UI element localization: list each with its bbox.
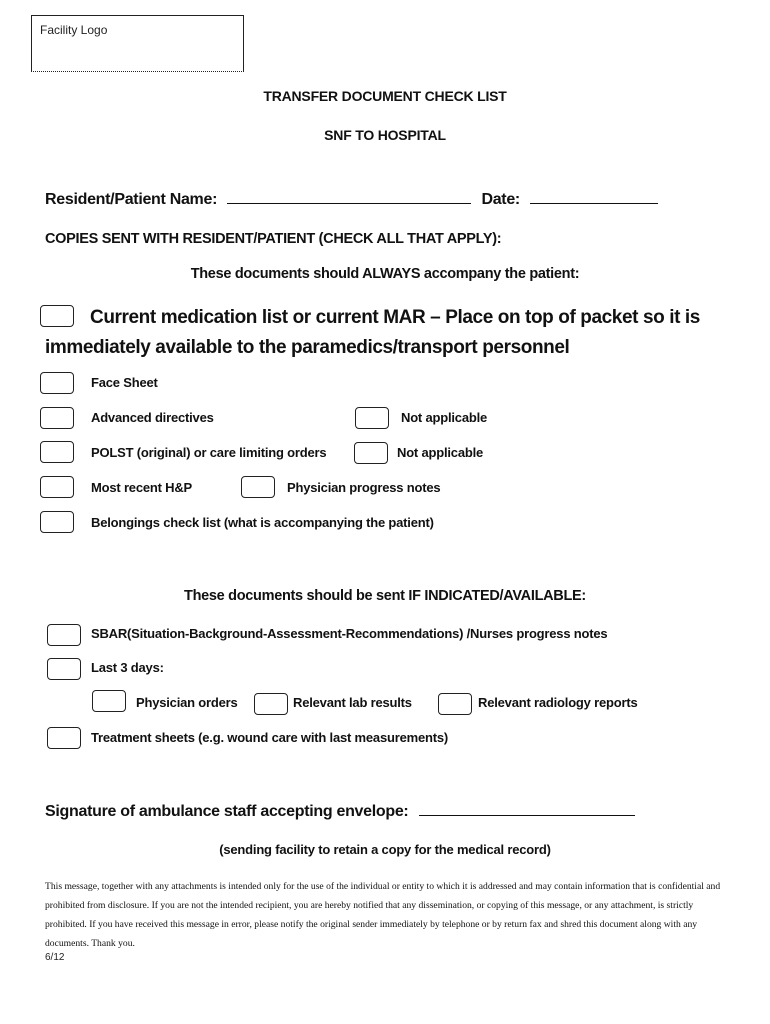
hp-label: Most recent H&P <box>91 480 193 495</box>
physician-orders-checkbox[interactable] <box>92 690 126 712</box>
always-section-heading: These documents should ALWAYS accompany … <box>190 266 580 282</box>
face-sheet-label: Face Sheet <box>91 375 158 390</box>
document-subtitle: SNF TO HOSPITAL <box>324 127 446 143</box>
advanced-directives-na-checkbox[interactable] <box>355 407 389 429</box>
face-sheet-checkbox[interactable] <box>40 372 74 394</box>
polst-label: POLST (original) or care limiting orders <box>91 445 327 460</box>
signature-field[interactable] <box>418 801 635 816</box>
date-label: Date: <box>481 191 520 208</box>
last-3-days-label: Last 3 days: <box>91 660 164 675</box>
lab-results-checkbox[interactable] <box>254 693 288 715</box>
date-field[interactable] <box>530 189 659 204</box>
physician-progress-notes-label: Physician progress notes <box>287 480 441 495</box>
facility-logo-placeholder: Facility Logo <box>40 23 108 37</box>
lab-results-label: Relevant lab results <box>293 695 412 710</box>
hp-checkbox[interactable] <box>40 476 74 498</box>
medication-list-item: Current medication list or current MAR –… <box>45 303 725 363</box>
signature-label: Signature of ambulance staff accepting e… <box>45 803 409 820</box>
treatment-sheets-checkbox[interactable] <box>47 727 81 749</box>
polst-na-label: Not applicable <box>397 445 484 460</box>
physician-progress-notes-checkbox[interactable] <box>241 476 275 498</box>
signature-row: Signature of ambulance staff accepting e… <box>45 801 635 821</box>
patient-name-label: Resident/Patient Name: <box>45 191 218 208</box>
advanced-directives-label: Advanced directives <box>91 410 214 425</box>
indicated-section-heading: These documents should be sent IF INDICA… <box>184 588 586 604</box>
polst-checkbox[interactable] <box>40 441 74 463</box>
sbar-checkbox[interactable] <box>47 624 81 646</box>
facility-logo-box: Facility Logo <box>31 15 244 72</box>
patient-info-row: Resident/Patient Name: Date: <box>45 189 659 209</box>
polst-na-checkbox[interactable] <box>354 442 388 464</box>
treatment-sheets-label: Treatment sheets (e.g. wound care with l… <box>91 730 449 745</box>
retain-copy-note: (sending facility to retain a copy for t… <box>219 842 551 857</box>
belongings-label: Belongings check list (what is accompany… <box>91 515 434 530</box>
physician-orders-label: Physician orders <box>136 695 238 710</box>
radiology-reports-checkbox[interactable] <box>438 693 472 715</box>
form-version: 6/12 <box>45 952 65 963</box>
belongings-checkbox[interactable] <box>40 511 74 533</box>
last-3-days-checkbox[interactable] <box>47 658 81 680</box>
advanced-directives-na-label: Not applicable <box>401 410 488 425</box>
sbar-label: SBAR(Situation-Background-Assessment-Rec… <box>91 626 608 641</box>
confidentiality-disclaimer: This message, together with any attachme… <box>45 881 721 949</box>
patient-name-field[interactable] <box>227 189 472 204</box>
radiology-reports-label: Relevant radiology reports <box>478 695 638 710</box>
copies-heading: COPIES SENT WITH RESIDENT/PATIENT (CHECK… <box>45 231 502 247</box>
advanced-directives-checkbox[interactable] <box>40 407 74 429</box>
medication-list-label: Current medication list or current MAR –… <box>45 307 700 358</box>
document-title: TRANSFER DOCUMENT CHECK LIST <box>263 88 507 104</box>
